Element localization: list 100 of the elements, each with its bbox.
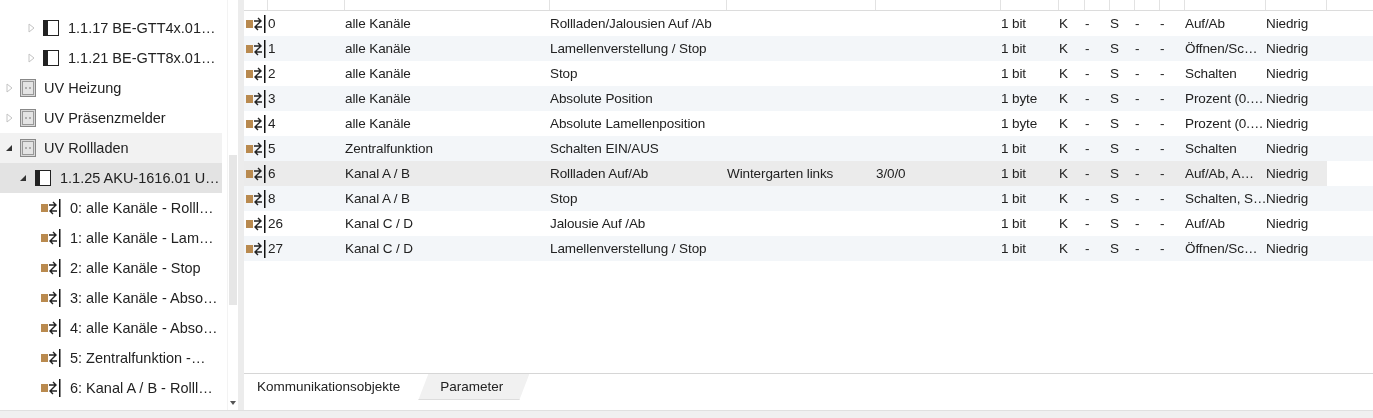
group-object-icon xyxy=(245,39,267,58)
tree-item[interactable]: 5: Zentralfunktion -… xyxy=(0,343,222,373)
table-cell: K xyxy=(1059,91,1068,106)
table-cell: S xyxy=(1110,16,1119,31)
table-cell: Prozent (0.… xyxy=(1185,116,1264,131)
group-object-icon xyxy=(40,379,62,397)
group-object-icon xyxy=(245,164,267,183)
table-cell: 1 bit xyxy=(1001,66,1027,81)
table-cell: 1 xyxy=(268,41,276,56)
tree-item[interactable]: 1: alle Kanäle - Lam… xyxy=(0,223,222,253)
tab[interactable]: Parameter xyxy=(418,374,530,400)
table-cell: - xyxy=(1085,41,1090,56)
table-cell: - xyxy=(1085,166,1090,181)
group-object-icon xyxy=(40,199,62,217)
table-cell: Schalten EIN/AUS xyxy=(550,141,659,156)
table-row[interactable]: 26 Kanal C / D Jalousie Auf /Ab 1 bit K - S - - Auf/Ab Niedrig xyxy=(244,211,1327,236)
table-cell: - xyxy=(1160,116,1165,131)
group-object-icon xyxy=(40,349,62,367)
collapsed-arrow-icon[interactable] xyxy=(5,113,13,123)
table-cell: Niedrig xyxy=(1266,241,1309,256)
table-cell: - xyxy=(1085,216,1090,231)
tree-item[interactable]: 4: alle Kanäle - Abso… xyxy=(0,313,222,343)
scroll-down-icon[interactable] xyxy=(229,400,238,406)
scrollbar-thumb[interactable] xyxy=(229,155,238,305)
table-cell: Niedrig xyxy=(1266,191,1309,206)
collapsed-arrow-icon[interactable] xyxy=(27,23,35,33)
table-cell: 6 xyxy=(268,166,276,181)
group-object-icon xyxy=(245,64,267,83)
table-cell: Schalten xyxy=(1185,141,1237,156)
table-cell: - xyxy=(1160,41,1165,56)
table-cell: Lamellenverstellung / Stop xyxy=(550,41,707,56)
table-cell: Rollladen/Jalousien Auf /Ab xyxy=(550,16,712,31)
table-cell: Lamellenverstellung / Stop xyxy=(550,241,707,256)
table-cell: - xyxy=(1160,66,1165,81)
collapsed-arrow-icon[interactable] xyxy=(5,83,13,93)
scrollbar[interactable] xyxy=(227,0,238,410)
table-cell: Wintergarten links xyxy=(727,166,834,181)
table-cell: - xyxy=(1160,216,1165,231)
tree-item[interactable]: 1.1.25 AKU-1616.01 U… xyxy=(0,163,222,193)
table-cell: - xyxy=(1135,191,1140,206)
tree-item[interactable]: UV Präsenzmelder xyxy=(0,103,222,133)
table-cell: - xyxy=(1085,141,1090,156)
table-cell: - xyxy=(1160,91,1165,106)
table-cell: Jalousie Auf /Ab xyxy=(550,216,646,231)
table-cell: K xyxy=(1059,66,1068,81)
table-cell: - xyxy=(1160,166,1165,181)
table-cell: S xyxy=(1110,116,1119,131)
table-row[interactable]: 2 alle Kanäle Stop 1 bit K - S - - Schalten Niedrig xyxy=(244,61,1327,86)
tree-item[interactable]: 6: Kanal A / B - Rolll… xyxy=(0,373,222,403)
table-cell: Niedrig xyxy=(1266,216,1309,231)
table-row[interactable]: 4 alle Kanäle Absolute Lamellenposition 1 byte K - S - - Prozent (0.… Niedrig xyxy=(244,111,1327,136)
table-cell: 2 xyxy=(268,66,276,81)
group-object-icon xyxy=(40,319,62,337)
table-cell: - xyxy=(1135,16,1140,31)
device-icon xyxy=(42,18,60,38)
table-cell: - xyxy=(1160,241,1165,256)
device-icon xyxy=(34,168,52,188)
table-cell: - xyxy=(1160,16,1165,31)
tree-item[interactable]: UV Heizung xyxy=(0,73,222,103)
table-cell: 1 byte xyxy=(1001,116,1038,131)
collapsed-arrow-icon[interactable] xyxy=(27,53,35,63)
table-cell: 4 xyxy=(268,116,276,131)
table-row[interactable]: 0 alle Kanäle Rollladen/Jalousien Auf /Ab 1 bit K - S - - Auf/Ab Niedrig xyxy=(244,11,1327,36)
tree-item[interactable]: 0: alle Kanäle - Rolll… xyxy=(0,193,222,223)
table-cell: Kanal C / D xyxy=(345,216,413,231)
table-cell: Prozent (0.… xyxy=(1185,91,1264,106)
table-cell: - xyxy=(1085,241,1090,256)
tree-item[interactable]: 1.1.21 BE-GTT8x.01… xyxy=(0,43,222,73)
table-cell: - xyxy=(1135,116,1140,131)
tree-item[interactable]: 2: alle Kanäle - Stop xyxy=(0,253,222,283)
table-cell: - xyxy=(1135,141,1140,156)
table-cell: - xyxy=(1085,66,1090,81)
table-cell: K xyxy=(1059,166,1068,181)
expanded-arrow-icon[interactable] xyxy=(19,174,27,182)
table-cell: Absolute Lamellenposition xyxy=(550,116,706,131)
table-cell: 1 bit xyxy=(1001,141,1027,156)
table-cell: S xyxy=(1110,66,1119,81)
table-row[interactable]: 6 Kanal A / B Rollladen Auf/Ab Wintergarten links 3/0/0 1 bit K - S - - Auf/Ab, A… Niedrig xyxy=(244,161,1327,186)
table-cell: S xyxy=(1110,216,1119,231)
table-cell: 1 bit xyxy=(1001,216,1027,231)
table-cell: alle Kanäle xyxy=(345,16,411,31)
table-cell: 26 xyxy=(268,216,283,231)
cabinet-icon xyxy=(20,139,36,157)
table-cell: S xyxy=(1110,191,1119,206)
table-cell: 1 bit xyxy=(1001,191,1027,206)
table-cell: Niedrig xyxy=(1266,66,1309,81)
table-cell: 1 bit xyxy=(1001,16,1027,31)
tree-item[interactable]: UV Rollladen xyxy=(0,133,222,163)
table-cell: Kanal A / B xyxy=(345,191,410,206)
table-cell: Niedrig xyxy=(1266,41,1309,56)
table-cell: alle Kanäle xyxy=(345,116,411,131)
tree-item[interactable]: 1.1.17 BE-GTT4x.01… xyxy=(0,13,222,43)
expanded-arrow-icon[interactable] xyxy=(5,144,13,152)
table-cell: 0 xyxy=(268,16,276,31)
table-cell: K xyxy=(1059,116,1068,131)
tree-item[interactable]: 3: alle Kanäle - Abso… xyxy=(0,283,222,313)
group-object-icon xyxy=(245,189,267,208)
group-object-icon xyxy=(40,289,62,307)
table-cell: S xyxy=(1110,41,1119,56)
table-cell: Niedrig xyxy=(1266,16,1309,31)
